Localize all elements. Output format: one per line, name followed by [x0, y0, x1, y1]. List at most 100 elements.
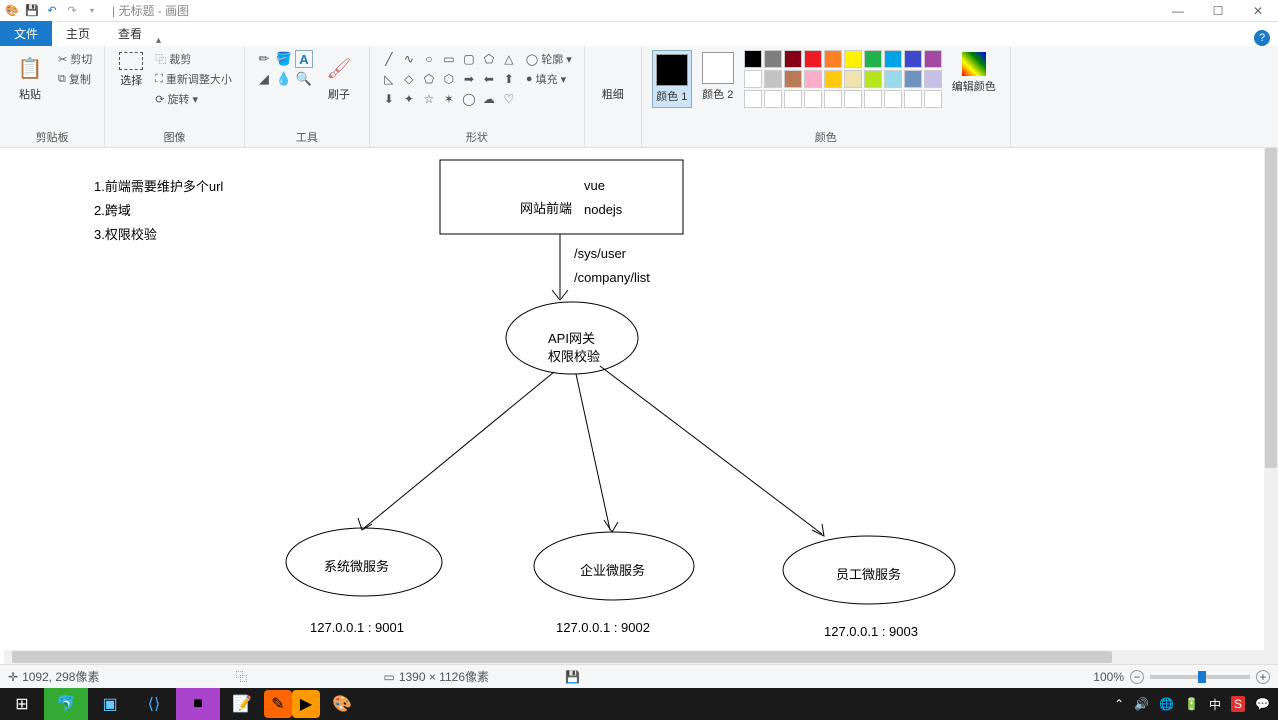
shape-darrow[interactable]: ⬇ [380, 90, 398, 108]
color-swatch[interactable] [784, 70, 802, 88]
shape-rtriangle[interactable]: ◺ [380, 70, 398, 88]
color-swatch[interactable] [844, 50, 862, 68]
shape-pentagon[interactable]: ⬠ [420, 70, 438, 88]
horizontal-scrollbar[interactable] [4, 650, 1264, 664]
zoom-tool[interactable]: 🔍 [295, 70, 313, 88]
undo-icon[interactable]: ↶ [44, 3, 60, 19]
edit-colors-button[interactable]: 编辑颜色 [948, 50, 1000, 96]
shape-uarrow[interactable]: ⬆ [500, 70, 518, 88]
tray-up-icon[interactable]: ⌃ [1114, 697, 1124, 711]
color-swatch[interactable] [824, 90, 842, 108]
canvas-area[interactable]: 1.前端需要维护多个url 2.跨域 3.权限校验 网站前端 vue nodej… [0, 148, 1278, 664]
shape-4star[interactable]: ✦ [400, 90, 418, 108]
taskbar-app-4[interactable]: ■ [176, 688, 220, 720]
shape-rect[interactable]: ▭ [440, 50, 458, 68]
minimize-button[interactable]: — [1158, 0, 1198, 22]
color-swatch[interactable] [744, 70, 762, 88]
color-swatch[interactable] [904, 70, 922, 88]
shape-line[interactable]: ╱ [380, 50, 398, 68]
tray-volume-icon[interactable]: 🔊 [1134, 697, 1149, 711]
fill-tool[interactable]: 🪣 [275, 50, 293, 68]
save-icon[interactable]: 💾 [24, 3, 40, 19]
color-swatch[interactable] [804, 70, 822, 88]
select-button[interactable]: 选择 [115, 50, 147, 90]
shape-fill-button[interactable]: ●填充 ▾ [524, 70, 574, 88]
color-swatch[interactable] [904, 90, 922, 108]
shape-hexagon[interactable]: ⬡ [440, 70, 458, 88]
maximize-button[interactable]: ☐ [1198, 0, 1238, 22]
zoom-slider[interactable] [1150, 675, 1250, 679]
zoom-out-button[interactable]: − [1130, 670, 1144, 684]
shape-heart[interactable]: ♡ [500, 90, 518, 108]
tray-notifications-icon[interactable]: 💬 [1255, 697, 1270, 711]
color-swatch[interactable] [864, 70, 882, 88]
taskbar-app-1[interactable]: 🐬 [44, 688, 88, 720]
shape-outline-button[interactable]: ◯轮廓 ▾ [524, 50, 574, 68]
shape-cloud[interactable]: ☁ [480, 90, 498, 108]
taskbar-app-2[interactable]: ▣ [88, 688, 132, 720]
color-swatch[interactable] [764, 70, 782, 88]
color1-button[interactable]: 颜色 1 [652, 50, 692, 108]
resize-button[interactable]: ⛶重新调整大小 [153, 70, 234, 88]
taskbar-app-3[interactable]: ⟨⟩ [132, 688, 176, 720]
taskbar-app-7[interactable]: ▶ [292, 690, 320, 718]
color-swatch[interactable] [824, 50, 842, 68]
tab-view[interactable]: 查看 [104, 21, 156, 46]
tray-battery-icon[interactable]: 🔋 [1184, 697, 1199, 711]
start-button[interactable]: ⊞ [0, 688, 44, 720]
color-swatch[interactable] [924, 50, 942, 68]
ribbon-collapse-icon[interactable]: ▴ [156, 35, 161, 46]
shape-curve[interactable]: ∿ [400, 50, 418, 68]
color-swatch[interactable] [904, 50, 922, 68]
color-swatch[interactable] [924, 90, 942, 108]
thickness-button[interactable]: 粗细 [595, 50, 631, 104]
eraser-tool[interactable]: ◢ [255, 70, 273, 88]
copy-button[interactable]: ⧉复制 [56, 70, 94, 88]
color-swatch[interactable] [744, 90, 762, 108]
zoom-thumb[interactable] [1198, 671, 1206, 683]
qat-dropdown-icon[interactable]: ▾ [84, 3, 100, 19]
shape-diamond[interactable]: ◇ [400, 70, 418, 88]
tab-home[interactable]: 主页 [52, 21, 104, 46]
tab-file[interactable]: 文件 [0, 21, 52, 46]
color-swatch[interactable] [844, 90, 862, 108]
tray-ime[interactable]: 中 [1209, 696, 1221, 713]
rotate-button[interactable]: ⟳旋转 ▾ [153, 90, 234, 108]
color-swatch[interactable] [884, 70, 902, 88]
picker-tool[interactable]: 💧 [275, 70, 293, 88]
color-swatch[interactable] [804, 90, 822, 108]
color-swatch[interactable] [744, 50, 762, 68]
color-swatch[interactable] [864, 90, 882, 108]
shape-rarrow[interactable]: ➡ [460, 70, 478, 88]
color-swatch[interactable] [844, 70, 862, 88]
shape-roundrect[interactable]: ▢ [460, 50, 478, 68]
color-swatch[interactable] [804, 50, 822, 68]
help-icon[interactable]: ? [1254, 30, 1270, 46]
paste-button[interactable]: 📋 粘贴 [10, 50, 50, 104]
color-swatch[interactable] [784, 90, 802, 108]
zoom-in-button[interactable]: + [1256, 670, 1270, 684]
shape-callout[interactable]: ◯ [460, 90, 478, 108]
color-swatch[interactable] [764, 50, 782, 68]
shape-6star[interactable]: ✶ [440, 90, 458, 108]
taskbar-app-6[interactable]: ✎ [264, 690, 292, 718]
color-swatch[interactable] [864, 50, 882, 68]
hscroll-thumb[interactable] [12, 651, 1112, 663]
text-tool[interactable]: A [295, 50, 313, 68]
shape-larrow[interactable]: ⬅ [480, 70, 498, 88]
shape-polygon[interactable]: ⬠ [480, 50, 498, 68]
close-button[interactable]: ✕ [1238, 0, 1278, 22]
shape-oval[interactable]: ○ [420, 50, 438, 68]
shape-5star[interactable]: ☆ [420, 90, 438, 108]
color-swatch[interactable] [924, 70, 942, 88]
tray-network-icon[interactable]: 🌐 [1159, 697, 1174, 711]
color-swatch[interactable] [824, 70, 842, 88]
shape-triangle[interactable]: △ [500, 50, 518, 68]
crop-button[interactable]: ⿻裁剪 [153, 50, 234, 68]
cut-button[interactable]: ✂剪切 [56, 50, 94, 68]
vertical-scrollbar[interactable] [1264, 148, 1278, 664]
color-swatch[interactable] [884, 50, 902, 68]
color-swatch[interactable] [764, 90, 782, 108]
color-swatch[interactable] [784, 50, 802, 68]
taskbar-app-5[interactable]: 📝 [220, 688, 264, 720]
